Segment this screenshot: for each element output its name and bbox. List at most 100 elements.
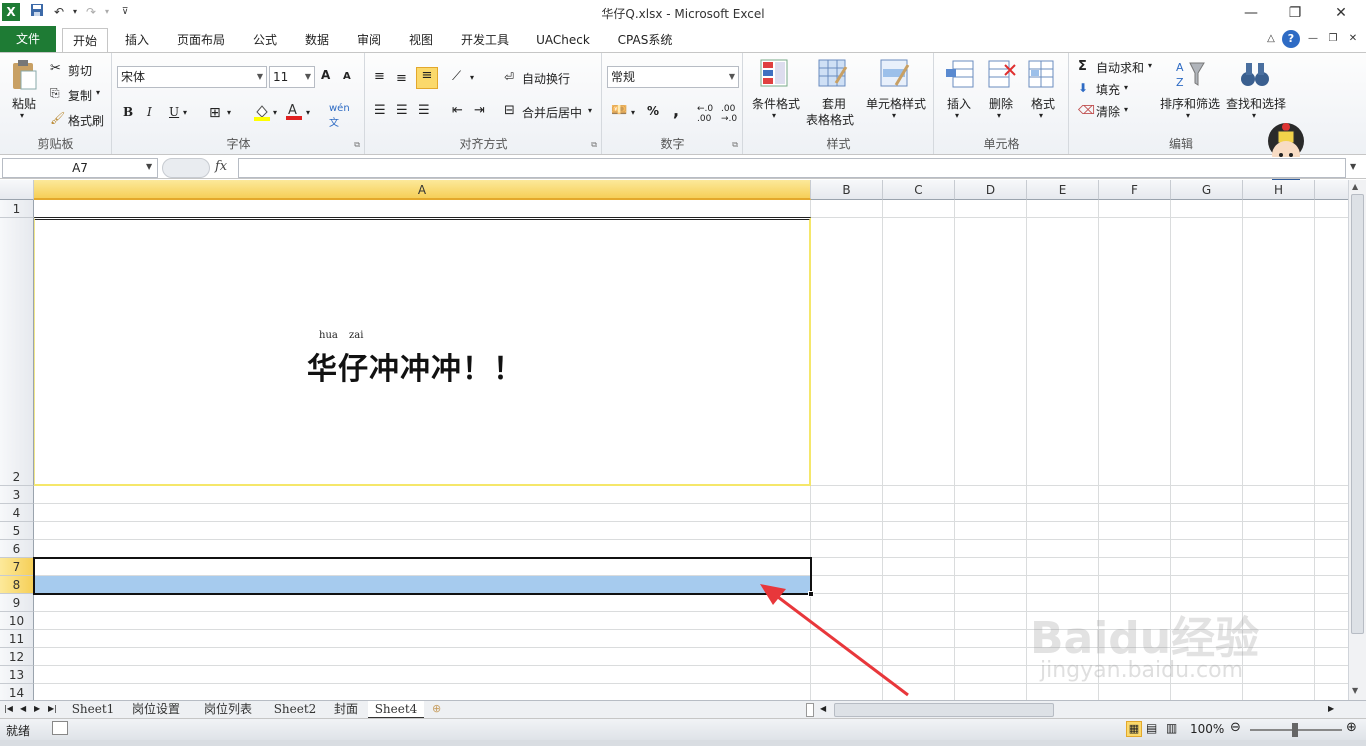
font-name-select[interactable]: 宋体 ▼ — [117, 66, 267, 88]
sheet-tab-sheet1[interactable]: Sheet1 — [66, 701, 120, 719]
bold-button[interactable]: B — [123, 105, 133, 119]
column-header-c[interactable]: C — [883, 180, 955, 200]
close-button[interactable]: ✕ — [1326, 2, 1356, 24]
row-header-7[interactable]: 7 — [0, 558, 34, 576]
orientation-icon[interactable]: ⟋ — [452, 69, 461, 84]
sort-filter-button[interactable]: 排序和筛选 — [1160, 95, 1220, 112]
horizontal-scroll-thumb[interactable] — [834, 703, 1054, 717]
paste-dropdown-icon[interactable]: ▾ — [20, 111, 24, 120]
currency-dropdown-icon[interactable]: ▾ — [631, 108, 635, 117]
zoom-in-icon[interactable]: ⊕ — [1346, 720, 1357, 735]
prev-sheet-icon[interactable]: ◀ — [20, 704, 26, 713]
dialog-launcher-icon[interactable]: ⧉ — [732, 140, 738, 150]
decrease-decimal-icon[interactable]: .00 →.0 — [721, 104, 737, 124]
decrease-indent-icon[interactable]: ⇤ — [452, 103, 463, 118]
font-color-dropdown-icon[interactable]: ▾ — [306, 108, 310, 117]
comma-button[interactable]: , — [673, 101, 679, 120]
insert-cells-button[interactable]: 插入 — [947, 95, 971, 112]
tab-cpas[interactable]: CPAS系统 — [610, 28, 680, 52]
scroll-thumb[interactable] — [1351, 194, 1364, 634]
find-select-icon[interactable] — [1240, 61, 1270, 92]
zoom-level[interactable]: 100% — [1190, 722, 1224, 736]
normal-view-icon[interactable]: ▦ — [1126, 721, 1142, 737]
cell-styles-button[interactable]: 单元格样式 — [866, 95, 926, 112]
tab-uacheck[interactable]: UACheck — [530, 28, 596, 52]
zoom-slider-thumb[interactable] — [1292, 723, 1298, 737]
first-sheet-icon[interactable]: |◀ — [4, 704, 13, 713]
row-header-14[interactable]: 14 — [0, 684, 34, 700]
number-format-select[interactable]: 常规 ▼ — [607, 66, 739, 88]
align-center-icon[interactable]: ☰ — [396, 103, 408, 118]
last-sheet-icon[interactable]: ▶| — [48, 704, 57, 713]
cell-styles-dropdown-icon[interactable]: ▾ — [892, 111, 896, 120]
autosum-button[interactable]: 自动求和 — [1096, 59, 1144, 76]
grow-font-button[interactable]: A — [321, 68, 330, 82]
row-header-5[interactable]: 5 — [0, 522, 34, 540]
row-header-13[interactable]: 13 — [0, 666, 34, 684]
row-header-2[interactable]: 2 — [0, 218, 34, 486]
italic-button[interactable]: I — [147, 105, 152, 119]
tab-split-handle[interactable] — [806, 703, 814, 717]
copy-dropdown-icon[interactable]: ▾ — [96, 88, 100, 97]
row-header-11[interactable]: 11 — [0, 630, 34, 648]
fill-button[interactable]: 填充 — [1096, 81, 1120, 98]
currency-icon[interactable]: 💴 — [611, 103, 627, 118]
clear-button[interactable]: 清除 — [1096, 103, 1120, 120]
insert-cells-icon[interactable] — [945, 59, 975, 92]
format-cells-icon[interactable] — [1027, 59, 1057, 92]
sheet-tab-positions-list[interactable]: 岗位列表 — [196, 701, 260, 719]
tab-view[interactable]: 视图 — [400, 28, 442, 52]
merge-dropdown-icon[interactable]: ▾ — [588, 106, 592, 115]
fill-color-dropdown-icon[interactable]: ▾ — [273, 108, 277, 117]
font-color-icon[interactable]: A — [285, 101, 303, 124]
scroll-down-icon[interactable]: ▼ — [1352, 686, 1358, 695]
scroll-left-icon[interactable]: ◀ — [820, 704, 826, 713]
increase-indent-icon[interactable]: ⇥ — [474, 103, 485, 118]
select-all-corner[interactable] — [0, 180, 34, 200]
align-middle-icon[interactable]: ≡ — [396, 71, 407, 86]
row-header-9[interactable]: 9 — [0, 594, 34, 612]
font-size-select[interactable]: 11 ▼ — [269, 66, 315, 88]
align-left-icon[interactable]: ☰ — [374, 103, 386, 118]
column-header-b[interactable]: B — [811, 180, 883, 200]
shrink-font-button[interactable]: A — [343, 71, 351, 82]
borders-dropdown-icon[interactable]: ▾ — [227, 108, 231, 117]
new-sheet-icon[interactable]: ⊕ — [432, 702, 441, 715]
workbook-close-icon[interactable]: ✕ — [1344, 30, 1362, 48]
phonetic-guide-icon[interactable]: wén 文 — [329, 103, 350, 129]
merge-center-button[interactable]: 合并后居中 — [522, 104, 582, 121]
borders-icon[interactable]: ⊞ — [209, 105, 221, 121]
workbook-restore-icon[interactable]: ❐ — [1324, 30, 1342, 48]
row-header-10[interactable]: 10 — [0, 612, 34, 630]
tab-formulas[interactable]: 公式 — [244, 28, 286, 52]
sheet-tab-sheet4[interactable]: Sheet4 — [368, 701, 424, 719]
formula-input[interactable] — [238, 158, 1346, 178]
copy-button[interactable]: 复制 — [68, 87, 92, 104]
format-painter-button[interactable]: 格式刷 — [68, 112, 104, 129]
restore-button[interactable]: ❐ — [1280, 2, 1310, 24]
wrap-text-button[interactable]: 自动换行 — [522, 70, 570, 87]
tab-review[interactable]: 审阅 — [348, 28, 390, 52]
sheet-tab-sheet2[interactable]: Sheet2 — [268, 701, 322, 719]
format-as-table-label-1[interactable]: 套用 — [822, 95, 846, 112]
tab-developer[interactable]: 开发工具 — [454, 28, 516, 52]
tab-file[interactable]: 文件 — [0, 26, 56, 52]
fill-color-icon[interactable] — [253, 103, 271, 124]
conditional-format-icon[interactable] — [760, 59, 790, 92]
row-header-6[interactable]: 6 — [0, 540, 34, 558]
format-dropdown-icon[interactable]: ▾ — [1039, 111, 1043, 120]
column-header-a[interactable]: A — [34, 180, 811, 200]
minimize-button[interactable]: — — [1236, 2, 1266, 24]
insert-dropdown-icon[interactable]: ▾ — [955, 111, 959, 120]
help-icon[interactable]: ? — [1282, 30, 1300, 48]
next-sheet-icon[interactable]: ▶ — [34, 704, 40, 713]
column-header-h[interactable]: H — [1243, 180, 1315, 200]
underline-button[interactable]: U — [169, 105, 179, 119]
sort-filter-icon[interactable]: AZ — [1174, 59, 1206, 92]
align-top-icon[interactable]: ≡ — [374, 69, 385, 84]
sheet-tab-cover[interactable]: 封面 — [328, 701, 364, 719]
cell-a2[interactable]: hua zai 华仔冲冲冲！！ — [34, 217, 811, 486]
column-header-f[interactable]: F — [1099, 180, 1171, 200]
dialog-launcher-icon[interactable]: ⧉ — [591, 140, 597, 150]
sort-dropdown-icon[interactable]: ▾ — [1186, 111, 1190, 120]
